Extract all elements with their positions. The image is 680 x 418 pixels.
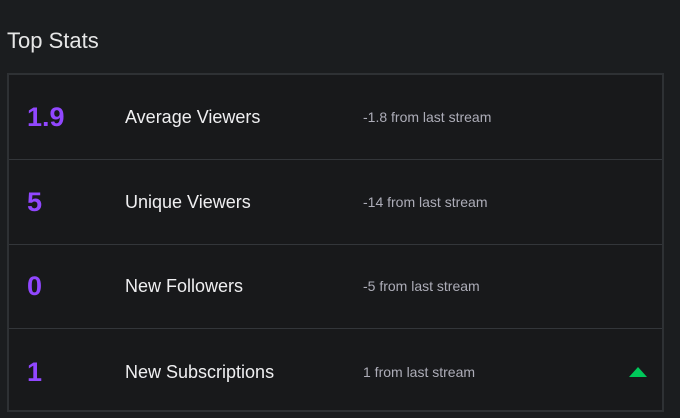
- stat-row-average-viewers: 1.9 Average Viewers -1.8 from last strea…: [9, 75, 662, 160]
- stat-value: 1.9: [27, 101, 65, 132]
- stat-label: Unique Viewers: [125, 191, 251, 212]
- triangle-up-icon: [629, 366, 647, 377]
- stat-delta: -5 from last stream: [363, 278, 480, 295]
- stat-label: New Subscriptions: [125, 361, 275, 382]
- stat-label: New Followers: [125, 276, 244, 297]
- stats-card: 1.9 Average Viewers -1.8 from last strea…: [7, 73, 664, 412]
- section-title: Top Stats: [7, 28, 99, 53]
- stat-row-unique-viewers: 5 Unique Viewers -14 from last stream: [9, 160, 662, 245]
- stat-row-new-subscriptions: 1 New Subscriptions 1 from last stream: [9, 329, 662, 414]
- stat-row-new-followers: 0 New Followers -5 from last stream: [9, 245, 662, 330]
- stat-value: 0: [27, 271, 43, 302]
- stat-value: 5: [27, 186, 43, 217]
- stat-value: 1: [27, 356, 43, 387]
- stat-label: Average Viewers: [125, 106, 261, 127]
- stat-delta: -1.8 from last stream: [363, 108, 492, 125]
- stat-delta: -14 from last stream: [363, 193, 488, 210]
- stats-page: Top Stats 1.9 Average Viewers -1.8 from …: [0, 0, 680, 418]
- stat-delta: 1 from last stream: [363, 363, 476, 380]
